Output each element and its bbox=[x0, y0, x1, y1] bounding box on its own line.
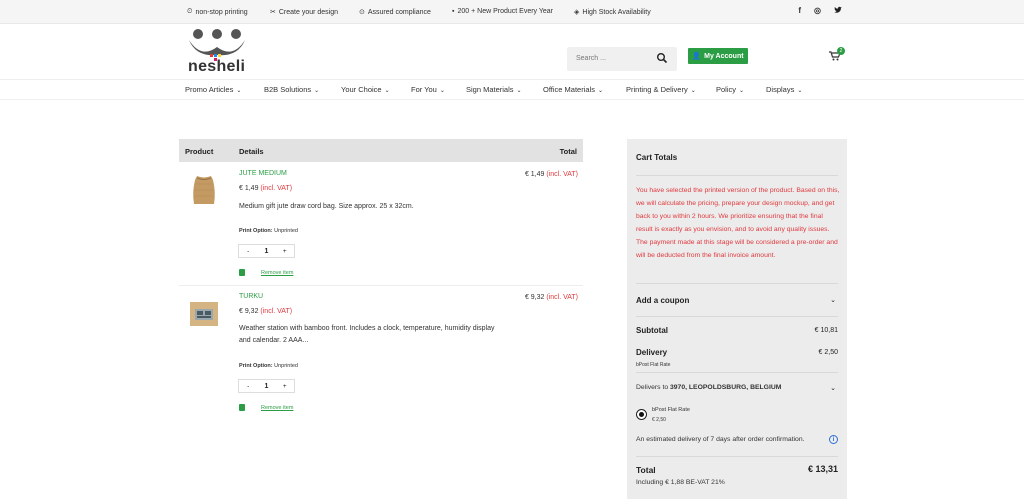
chevron-down-icon: ⌄ bbox=[384, 88, 390, 94]
nav-promo-articles[interactable]: Promo Articles ⌄ bbox=[185, 85, 241, 94]
chevron-down-icon: ⌄ bbox=[516, 88, 522, 94]
shipping-option-name: bPost Flat Rate bbox=[652, 407, 690, 413]
delivery-label: Delivery bbox=[636, 348, 668, 357]
quantity-stepper[interactable]: - 1 + bbox=[238, 244, 295, 258]
delivery-estimate: An estimated delivery of 7 days after or… bbox=[636, 436, 805, 443]
weather-station-image[interactable] bbox=[188, 296, 220, 332]
col-total: Total bbox=[559, 147, 577, 156]
qty-value[interactable]: 1 bbox=[257, 248, 275, 255]
trash-icon[interactable] bbox=[239, 404, 245, 411]
qty-increase-button[interactable]: + bbox=[276, 383, 294, 390]
product-description: Weather station with bamboo front. Inclu… bbox=[239, 325, 495, 344]
remove-item-link[interactable]: Remove item bbox=[261, 405, 293, 411]
chevron-down-icon: ⌄ bbox=[314, 88, 320, 94]
row-divider bbox=[179, 285, 583, 286]
chevron-down-icon: ⌄ bbox=[739, 88, 745, 94]
product-price: € 1,49 (incl. VAT) bbox=[239, 185, 293, 192]
product-price: € 9,32 (incl. VAT) bbox=[239, 308, 293, 315]
delivery-value: € 2,50 bbox=[818, 349, 838, 356]
chevron-down-icon: ⌄ bbox=[797, 88, 803, 94]
product-description: Medium gift jute draw cord bag. Size app… bbox=[239, 203, 414, 210]
vat-note: Including € 1,88 BE-VAT 21% bbox=[636, 479, 725, 486]
divider bbox=[636, 456, 838, 457]
chevron-down-icon: ⌄ bbox=[597, 88, 603, 94]
divider bbox=[636, 283, 838, 284]
search-box[interactable]: Search ... bbox=[567, 47, 677, 71]
qty-value[interactable]: 1 bbox=[257, 383, 275, 390]
col-details: Details bbox=[239, 147, 264, 156]
cart-table-header: Product Details Total bbox=[179, 139, 583, 162]
line-total: € 1,49 (incl. VAT) bbox=[524, 171, 578, 178]
product-name[interactable]: TURKU bbox=[239, 293, 263, 300]
nav-your-choice[interactable]: Your Choice ⌄ bbox=[341, 85, 390, 94]
nav-displays[interactable]: Displays ⌄ bbox=[766, 85, 802, 94]
add-coupon-toggle[interactable]: Add a coupon bbox=[636, 296, 689, 305]
search-input[interactable]: Search ... bbox=[576, 55, 606, 62]
nav-for-you[interactable]: For You ⌄ bbox=[411, 85, 445, 94]
bag-icon: ▪ bbox=[452, 8, 455, 15]
total-value: € 13,31 bbox=[807, 464, 838, 474]
main-nav: Promo Articles ⌄ B2B Solutions ⌄ Your Choi… bbox=[0, 80, 1024, 100]
user-icon: 👤 bbox=[692, 53, 702, 60]
nav-sign-materials[interactable]: Sign Materials ⌄ bbox=[466, 85, 522, 94]
twitter-icon[interactable] bbox=[834, 6, 842, 16]
total-label: Total bbox=[636, 465, 656, 475]
social-links: f ◎ bbox=[798, 6, 842, 16]
logo-text[interactable]: nesheli bbox=[188, 58, 245, 76]
shipping-option-radio[interactable] bbox=[636, 409, 647, 420]
usp-design: ✂ Create your design bbox=[270, 8, 339, 17]
cart-count-badge: 2 bbox=[837, 47, 845, 55]
my-account-button[interactable]: 👤 My Account bbox=[688, 48, 748, 64]
site-header: nesheli Search ... 👤 My Account 2 bbox=[0, 24, 1024, 80]
shipping-option-price: € 2,50 bbox=[652, 417, 666, 423]
subtotal-label: Subtotal bbox=[636, 326, 668, 335]
chevron-down-icon[interactable]: ⌄ bbox=[830, 296, 836, 304]
nav-policy[interactable]: Policy ⌄ bbox=[716, 85, 744, 94]
clock-icon: ⏲ bbox=[187, 8, 193, 15]
cart-totals-title: Cart Totals bbox=[636, 153, 678, 162]
jute-bag-image[interactable] bbox=[188, 170, 220, 206]
print-option: Print Option: Unprinted bbox=[239, 363, 298, 369]
chevron-down-icon: ⌄ bbox=[236, 88, 242, 94]
subtotal-value: € 10,81 bbox=[814, 327, 838, 334]
instagram-icon[interactable]: ◎ bbox=[814, 6, 821, 16]
remove-item-link[interactable]: Remove item bbox=[261, 270, 293, 276]
qty-decrease-button[interactable]: - bbox=[239, 248, 257, 255]
delivery-method: bPost Flat Rate bbox=[636, 362, 671, 368]
check-circle-icon: ⊙ bbox=[359, 9, 365, 16]
box-icon: ◈ bbox=[574, 9, 580, 16]
nav-b2b-solutions[interactable]: B2B Solutions ⌄ bbox=[264, 85, 319, 94]
divider bbox=[636, 372, 838, 373]
top-bar: ⏲ non-stop printing ✂ Create your design ⊙… bbox=[0, 0, 1024, 24]
chevron-down-icon[interactable]: ⌄ bbox=[830, 384, 836, 392]
col-product: Product bbox=[185, 147, 214, 156]
qty-increase-button[interactable]: + bbox=[276, 248, 294, 255]
chevron-down-icon: ⌄ bbox=[439, 88, 445, 94]
nav-office-materials[interactable]: Office Materials ⌄ bbox=[543, 85, 603, 94]
print-notice: You have selected the printed version of… bbox=[636, 187, 840, 260]
search-icon[interactable] bbox=[656, 52, 668, 64]
divider bbox=[636, 175, 838, 176]
line-total: € 9,32 (incl. VAT) bbox=[524, 294, 578, 301]
trash-icon[interactable] bbox=[239, 269, 245, 276]
usp-compliance: ⊙ Assured compliance bbox=[359, 8, 431, 17]
scissors-icon: ✂ bbox=[270, 9, 276, 16]
qty-decrease-button[interactable]: - bbox=[239, 383, 257, 390]
facebook-icon[interactable]: f bbox=[798, 6, 801, 16]
delivers-to[interactable]: Delivers to 3970, LEOPOLDSBURG, BELGIUM bbox=[636, 384, 781, 391]
info-icon[interactable]: i bbox=[829, 435, 838, 444]
chevron-down-icon: ⌄ bbox=[690, 88, 696, 94]
usp-nonstop: ⏲ non-stop printing bbox=[187, 8, 248, 16]
quantity-stepper[interactable]: - 1 + bbox=[238, 379, 295, 393]
usp-new-products: ▪ 200 + New Product Every Year bbox=[452, 8, 554, 15]
print-option: Print Option: Unprinted bbox=[239, 228, 298, 234]
divider bbox=[636, 316, 838, 317]
nav-printing-delivery[interactable]: Printing & Delivery ⌄ bbox=[626, 85, 696, 94]
product-name[interactable]: JUTE MEDIUM bbox=[239, 170, 287, 177]
cart-totals-panel: Cart Totals You have selected the printe… bbox=[627, 139, 847, 499]
usp-stock: ◈ High Stock Availability bbox=[574, 8, 651, 17]
